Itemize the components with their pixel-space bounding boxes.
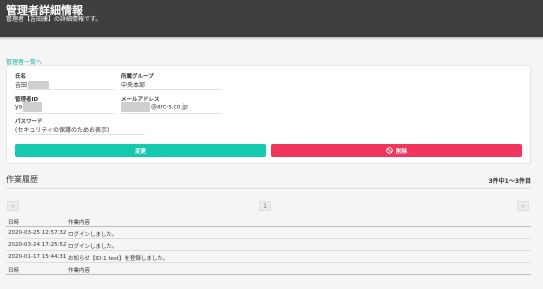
row-datetime: 2020-01-17 15:44:31 xyxy=(8,254,67,260)
group-underline xyxy=(121,89,221,90)
history-title: 作業履歴 xyxy=(6,175,38,184)
footer-header-action: 作業内容 xyxy=(68,268,91,274)
row-datetime: 2020-03-25 12:57:32 xyxy=(8,230,67,236)
history-table: 日時 作業内容 2020-03-25 12:57:32 ログインしました。 20… xyxy=(6,215,531,275)
password-underline xyxy=(15,134,145,135)
email-redaction xyxy=(121,102,150,112)
column-header-datetime: 日時 xyxy=(8,220,20,226)
page-header: 管理者詳細情報 管理者【吉田康】の詳細情報です。 xyxy=(0,0,543,37)
admin-detail-card: 氏名 吉田 所属グループ 中央本部 管理者ID ya メールアドレス @arc-… xyxy=(6,65,531,164)
row-datetime: 2020-03-24 17:25:52 xyxy=(8,242,67,248)
password-value: (セキュリティの保護のためお表示) xyxy=(15,127,110,134)
email-text: @arc-s.co.jp xyxy=(151,103,188,111)
password-label: パスワード xyxy=(15,119,43,125)
table-row: 2020-01-17 15:44:31 お知らせ【ID:1 test】を登録しま… xyxy=(6,251,531,263)
admin-id-text: ya xyxy=(15,103,23,111)
ban-icon xyxy=(386,147,393,154)
delete-button[interactable]: 削除 xyxy=(271,144,522,157)
group-value: 中央本部 xyxy=(121,82,146,89)
row-action: お知らせ【ID:1 test】を登録しました。 xyxy=(68,256,169,262)
history-divider xyxy=(6,188,531,189)
admin-id-value: ya xyxy=(15,102,43,112)
table-header-row: 日時 作業内容 xyxy=(6,215,531,227)
edit-button[interactable]: 変更 xyxy=(15,144,266,157)
name-text: 吉田 xyxy=(15,82,28,89)
delete-button-label: 削除 xyxy=(395,148,407,155)
header-shadow xyxy=(0,37,543,40)
name-label: 氏名 xyxy=(15,74,27,80)
column-header-action: 作業内容 xyxy=(68,220,91,226)
page-subtitle: 管理者【吉田康】の詳細情報です。 xyxy=(6,16,102,23)
history-count: 3件中1～3件目 xyxy=(488,178,531,185)
email-value: @arc-s.co.jp xyxy=(121,102,188,112)
admin-id-redaction xyxy=(23,102,43,112)
table-footer-row: 日時 作業内容 xyxy=(6,263,531,275)
table-row: 2020-03-25 12:57:32 ログインしました。 xyxy=(6,227,531,239)
row-action: ログインしました。 xyxy=(68,244,118,250)
admin-id-underline xyxy=(15,113,115,114)
pagination-prev-button[interactable]: ‹ xyxy=(7,201,19,211)
table-row: 2020-03-24 17:25:52 ログインしました。 xyxy=(6,239,531,251)
pagination-next-button[interactable]: › xyxy=(517,201,529,211)
edit-button-label: 変更 xyxy=(134,148,146,155)
footer-header-datetime: 日時 xyxy=(8,268,20,274)
group-label: 所属グループ xyxy=(121,74,154,80)
row-action: ログインしました。 xyxy=(68,232,118,238)
pagination-page-button[interactable]: 1 xyxy=(259,201,271,211)
name-underline xyxy=(15,89,115,90)
email-underline xyxy=(121,113,221,114)
